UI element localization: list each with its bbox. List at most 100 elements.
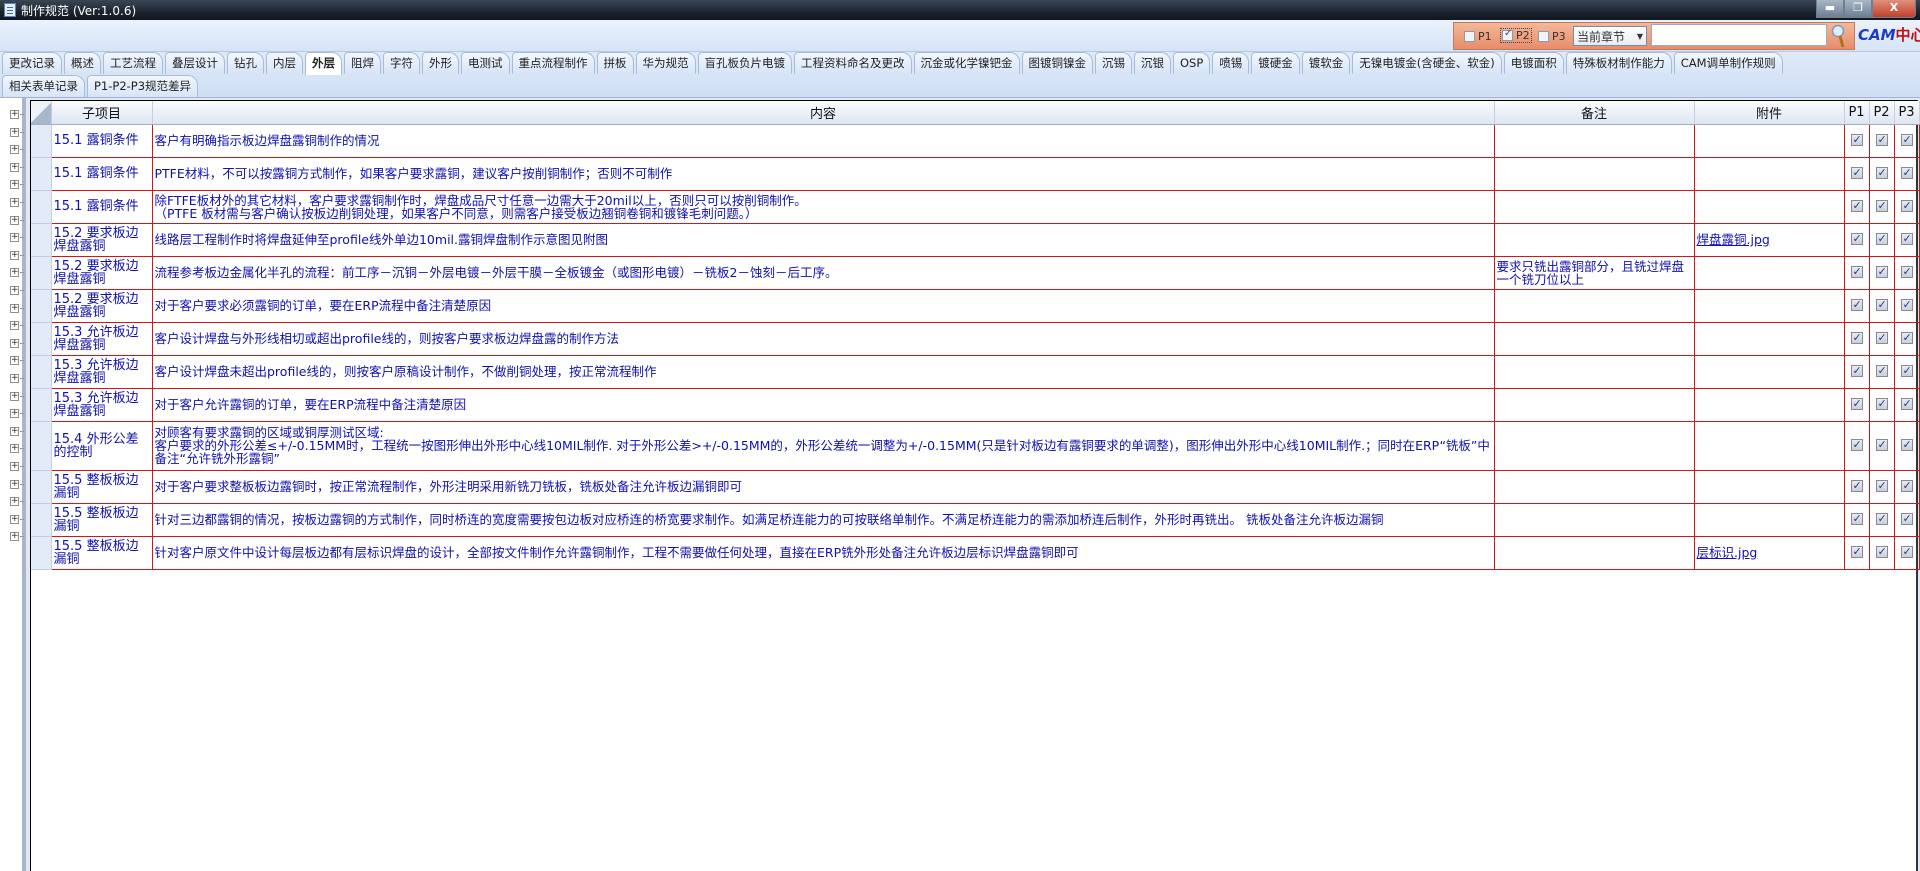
attachment-link[interactable]: 焊盘露铜.jpg xyxy=(1697,232,1770,247)
p2-checkbox[interactable] xyxy=(1875,232,1888,245)
p1-checkbox[interactable] xyxy=(1464,31,1475,42)
column-header-3[interactable]: 附件 xyxy=(1694,101,1845,125)
tab-row1-6[interactable]: 外层 xyxy=(305,52,342,75)
p2-checkbox[interactable] xyxy=(1875,199,1888,212)
tab-row1-16[interactable]: 沉金或化学镍钯金 xyxy=(913,52,1020,74)
p1-checkbox[interactable] xyxy=(1850,199,1863,212)
search-input[interactable] xyxy=(1651,24,1827,46)
expand-node-icon[interactable]: + xyxy=(10,338,24,348)
tab-row1-27[interactable]: CAM调单制作规则 xyxy=(1673,52,1783,74)
expand-node-icon[interactable]: + xyxy=(10,514,24,524)
tab-row1-24[interactable]: 无镍电镀金(含硬金、软金) xyxy=(1352,52,1502,74)
table-row[interactable]: 15.3 允许板边焊盘露铜 对于客户允许露铜的订单，要在ERP流程中备注清楚原因 xyxy=(31,387,1920,422)
tab-row2-1[interactable]: P1-P2-P3规范差异 xyxy=(87,75,199,97)
row-header[interactable] xyxy=(31,536,52,570)
column-header-5[interactable]: P2 xyxy=(1869,101,1895,125)
row-header[interactable] xyxy=(31,355,52,389)
p2-checkbox[interactable] xyxy=(1875,512,1888,525)
tab-row1-15[interactable]: 工程资料命名及更改 xyxy=(794,52,912,74)
table-row[interactable]: 15.3 允许板边焊盘露铜 客户设计焊盘未超出profile线的，则按客户原稿设计… xyxy=(31,354,1920,389)
expand-node-icon[interactable]: + xyxy=(10,215,24,225)
expand-node-icon[interactable]: + xyxy=(10,162,24,172)
tab-row2-0[interactable]: 相关表单记录 xyxy=(2,75,85,97)
p2-checkbox[interactable] xyxy=(1875,298,1888,311)
row-header[interactable] xyxy=(31,289,52,323)
p2-checkbox[interactable] xyxy=(1875,545,1888,558)
p2-checkbox[interactable] xyxy=(1875,265,1888,278)
table-row[interactable]: 15.2 要求板边焊盘露铜 流程参考板边金属化半孔的流程：前工序－沉铜－外层电镀－… xyxy=(31,255,1920,290)
p2-checkbox[interactable] xyxy=(1875,479,1888,492)
p1-checkbox[interactable] xyxy=(1850,545,1863,558)
table-row[interactable]: 15.4 外形公差的控制 对顾客有要求露铜的区域或铜厚测试区域: 客户要求的外形公… xyxy=(31,420,1920,471)
p3-checkbox[interactable] xyxy=(1900,512,1913,525)
expand-node-icon[interactable]: + xyxy=(10,532,24,542)
tab-row1-14[interactable]: 盲孔板负片电镀 xyxy=(697,52,792,74)
expand-node-icon[interactable]: + xyxy=(10,426,24,436)
p2-checkbox[interactable] xyxy=(1502,28,1513,41)
close-button[interactable]: X xyxy=(1872,0,1916,18)
p1-checkbox[interactable] xyxy=(1850,512,1863,525)
maximize-button[interactable]: ❐ xyxy=(1844,0,1872,18)
expand-node-icon[interactable]: + xyxy=(10,268,24,278)
p1-checkbox[interactable] xyxy=(1850,265,1863,278)
p3-checkbox[interactable] xyxy=(1900,438,1913,451)
p3-checkbox[interactable] xyxy=(1900,265,1913,278)
table-row[interactable]: 15.2 要求板边焊盘露铜 线路层工程制作时将焊盘延伸至profile线外单边10… xyxy=(31,222,1920,257)
scope-select[interactable]: 当前章节 ▼ xyxy=(1573,26,1647,46)
table-row[interactable]: 15.5 整板板边漏铜 针对客户原文件中设计每层板边都有层标识焊盘的设计，全部按文… xyxy=(31,535,1920,570)
p1-checkbox[interactable] xyxy=(1850,232,1863,245)
p3-checkbox[interactable] xyxy=(1900,545,1913,558)
row-header[interactable] xyxy=(31,157,52,191)
expand-node-icon[interactable]: + xyxy=(10,391,24,401)
column-header-0[interactable]: 子项目 xyxy=(51,101,153,125)
p1-checkbox[interactable] xyxy=(1850,364,1863,377)
p1-checkbox[interactable] xyxy=(1850,331,1863,344)
expand-node-icon[interactable]: + xyxy=(10,409,24,419)
attachment-link[interactable]: 层标识.jpg xyxy=(1697,545,1758,560)
select-all-corner[interactable] xyxy=(31,101,52,125)
p3-checkbox[interactable] xyxy=(1900,199,1913,212)
table-row[interactable]: 15.5 整板板边漏铜 针对三边都露铜的情况，按板边露铜的方式制作，同时桥连的宽度… xyxy=(31,502,1920,537)
p3-checkbox[interactable] xyxy=(1900,133,1913,146)
tab-row1-8[interactable]: 字符 xyxy=(383,52,420,74)
table-row[interactable]: 15.1 露铜条件 客户有明确指示板边焊盘露铜制作的情况 xyxy=(31,123,1920,158)
expand-node-icon[interactable]: + xyxy=(10,479,24,489)
p3-checkbox[interactable] xyxy=(1900,331,1913,344)
p3-checkbox[interactable] xyxy=(1900,364,1913,377)
p1-checkbox[interactable] xyxy=(1850,479,1863,492)
tab-row1-3[interactable]: 叠层设计 xyxy=(165,52,225,74)
p2-checkbox[interactable] xyxy=(1875,397,1888,410)
tab-row1-13[interactable]: 华为规范 xyxy=(635,52,696,74)
table-row[interactable]: 15.1 露铜条件 除FTFE板材外的其它材料，客户要求露铜制作时，焊盘成品尺寸任… xyxy=(31,189,1920,224)
p2-checkbox[interactable] xyxy=(1875,166,1888,179)
table-row[interactable]: 15.5 整板板边漏铜 对于客户要求整板板边露铜时，按正常流程制作，外形注明采用新… xyxy=(31,469,1920,504)
expand-node-icon[interactable]: + xyxy=(10,286,24,295)
tab-row1-17[interactable]: 图镀铜镍金 xyxy=(1021,52,1093,74)
tab-row1-19[interactable]: 沉银 xyxy=(1134,52,1171,74)
minimize-button[interactable]: ▬ xyxy=(1816,0,1844,18)
tab-row1-4[interactable]: 钻孔 xyxy=(227,52,264,74)
row-header[interactable] xyxy=(31,388,52,422)
expand-node-icon[interactable]: + xyxy=(10,356,24,366)
column-header-2[interactable]: 备注 xyxy=(1494,101,1695,125)
p3-checkbox[interactable] xyxy=(1900,298,1913,311)
expand-node-icon[interactable]: + xyxy=(10,233,24,243)
tab-row1-18[interactable]: 沉锡 xyxy=(1095,52,1132,74)
row-header[interactable] xyxy=(31,256,52,290)
table-row[interactable]: 15.1 露铜条件 PTFE材料，不可以按露铜方式制作，如果客户要求露铜，建议客户… xyxy=(31,156,1920,191)
tab-row1-11[interactable]: 重点流程制作 xyxy=(511,52,595,74)
p3-checkbox[interactable] xyxy=(1900,397,1913,410)
row-header[interactable] xyxy=(31,421,52,471)
tab-row1-0[interactable]: 更改记录 xyxy=(2,52,62,74)
row-header[interactable] xyxy=(31,190,52,224)
p2-checkbox[interactable] xyxy=(1875,438,1888,451)
p2-checkbox[interactable] xyxy=(1875,364,1888,377)
expand-node-icon[interactable]: + xyxy=(10,497,24,507)
row-header[interactable] xyxy=(31,470,52,504)
expand-node-icon[interactable]: + xyxy=(10,145,24,155)
expand-node-icon[interactable]: + xyxy=(10,303,24,313)
search-icon[interactable] xyxy=(1830,23,1846,49)
expand-node-icon[interactable]: + xyxy=(10,444,24,454)
expand-node-icon[interactable]: + xyxy=(10,462,24,471)
row-header[interactable] xyxy=(31,223,52,257)
